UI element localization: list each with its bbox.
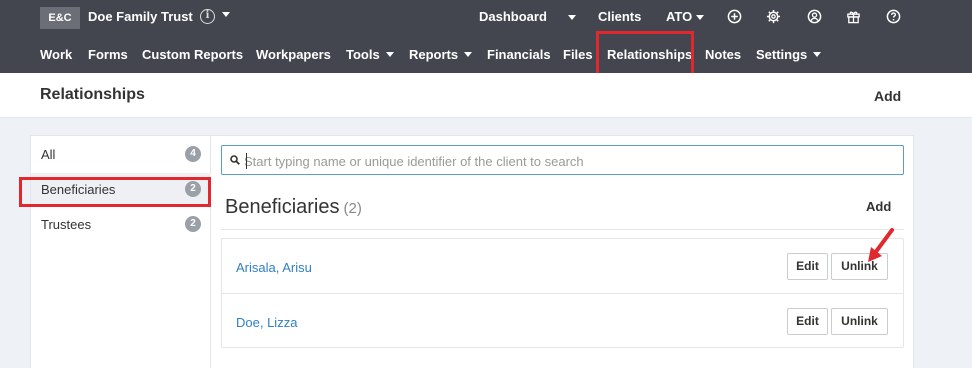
help-icon[interactable] — [886, 9, 901, 24]
ato-chevron-down-icon — [695, 15, 704, 21]
user-circle-icon[interactable] — [807, 9, 822, 24]
main-nav: Work Forms Custom Reports Workpapers Too… — [0, 36, 972, 73]
nav-workpapers[interactable]: Workpapers — [256, 47, 331, 62]
page-title: Relationships — [40, 86, 145, 103]
nav-work[interactable]: Work — [40, 47, 72, 62]
edit-button[interactable]: Edit — [787, 253, 828, 280]
ato-label: ATO — [666, 9, 693, 24]
nav-tools[interactable]: Tools — [346, 47, 394, 62]
gift-icon[interactable] — [846, 9, 861, 24]
section-divider — [221, 229, 904, 230]
search-icon — [230, 155, 240, 165]
add-relationship-button[interactable]: Add — [874, 88, 901, 104]
beneficiary-list: Arisala, Arisu Edit Unlink Doe, Lizza Ed… — [221, 238, 904, 348]
nav-custom-reports[interactable]: Custom Reports — [142, 47, 243, 62]
list-item: Arisala, Arisu Edit Unlink — [222, 239, 903, 293]
pointer-arrow-annotation — [868, 228, 894, 262]
plus-circle-icon[interactable] — [727, 9, 742, 24]
count-badge: 4 — [185, 146, 201, 162]
chevron-down-icon — [385, 52, 394, 58]
clients-link[interactable]: Clients — [598, 9, 641, 24]
info-icon[interactable]: i — [200, 9, 215, 24]
relationship-type-sidebar: All 4 Beneficiaries 2 Trustees 2 — [31, 136, 211, 368]
nav-forms[interactable]: Forms — [88, 47, 128, 62]
nav-settings[interactable]: Settings — [756, 47, 822, 62]
page-header: Relationships Add — [0, 73, 972, 118]
client-bar: E&C Doe Family Trust i Dashboard Clients… — [0, 0, 972, 36]
dashboard-link[interactable]: Dashboard — [479, 9, 547, 24]
nav-tools-label: Tools — [346, 47, 380, 62]
section-title-label: Beneficiaries — [225, 196, 340, 218]
dashboard-chevron-down-icon[interactable] — [568, 15, 576, 20]
list-item: Doe, Lizza Edit Unlink — [222, 293, 903, 347]
chevron-down-icon — [813, 52, 822, 58]
add-beneficiary-button[interactable]: Add — [866, 199, 891, 214]
section-count: (2) — [343, 200, 362, 217]
firm-logo[interactable]: E&C — [40, 7, 80, 29]
top-bar: E&C Doe Family Trust i Dashboard Clients… — [0, 0, 972, 73]
sidebar-item-all[interactable]: All 4 — [31, 138, 211, 170]
edit-button[interactable]: Edit — [787, 308, 828, 335]
client-name[interactable]: Doe Family Trust — [88, 9, 193, 24]
client-dropdown-chevron-icon[interactable] — [222, 12, 230, 17]
nav-settings-label: Settings — [756, 47, 808, 62]
beneficiary-name-link[interactable]: Doe, Lizza — [236, 315, 297, 330]
count-badge: 2 — [185, 216, 201, 232]
beneficiaries-highlight-annotation — [19, 177, 211, 207]
nav-financials[interactable]: Financials — [487, 47, 551, 62]
sidebar-item-label: All — [41, 147, 56, 162]
text-cursor — [246, 153, 247, 169]
section-title: Beneficiaries (2) — [225, 196, 362, 219]
chevron-down-icon — [464, 52, 473, 58]
nav-notes[interactable]: Notes — [705, 47, 741, 62]
sidebar-item-label: Trustees — [41, 217, 92, 232]
beneficiary-name-link[interactable]: Arisala, Arisu — [236, 260, 312, 275]
gear-icon[interactable] — [766, 9, 781, 24]
relationships-highlight-annotation — [596, 31, 694, 77]
search-input[interactable] — [244, 150, 894, 172]
unlink-button[interactable]: Unlink — [831, 308, 888, 335]
client-search-box[interactable] — [221, 145, 904, 175]
nav-reports-label: Reports — [409, 47, 459, 62]
ato-link[interactable]: ATO — [666, 9, 704, 24]
nav-reports[interactable]: Reports — [409, 47, 473, 62]
sidebar-item-trustees[interactable]: Trustees 2 — [31, 208, 211, 240]
nav-files[interactable]: Files — [563, 47, 593, 62]
